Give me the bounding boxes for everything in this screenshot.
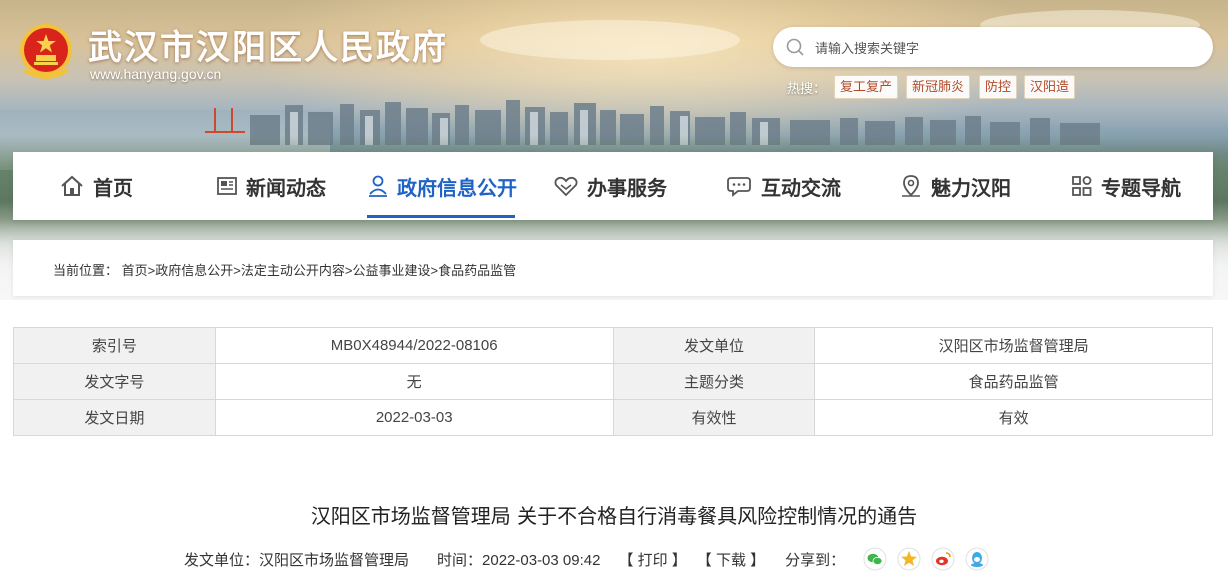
weibo-icon[interactable] [931, 547, 955, 571]
issuer-value: 汉阳区市场监督管理局 [814, 327, 1213, 364]
chat-icon [727, 177, 751, 197]
location-icon [902, 175, 920, 197]
breadcrumb-box: 当前位置： 首页>政府信息公开>法定主动公开内容>公益事业建设>食品药品监管 [13, 240, 1213, 296]
nav-item-gov-info[interactable]: 政府信息公开 [367, 152, 517, 220]
site-title: 武汉市汉阳区人民政府 [88, 28, 448, 68]
validity-key: 有效性 [612, 399, 816, 436]
nav-item-label: 办事服务 [587, 175, 667, 200]
breadcrumb-food-drug[interactable]: 食品药品监管 [438, 263, 516, 278]
nav-item-services[interactable]: 办事服务 [553, 152, 667, 220]
article-source: 发文单位：汉阳区市场监督管理局 [184, 551, 410, 569]
validity-value: 有效 [814, 399, 1213, 436]
article-title: 汉阳区市场监督管理局 关于不合格自行消毒餐具风险控制情况的通告 [310, 504, 918, 528]
download-button[interactable]: 【 下载 】 [697, 549, 765, 570]
print-button[interactable]: 【 打印 】 [618, 549, 686, 570]
main-nav: 首页 新闻动态 政府信息公开 办事服务 互动交流 魅力汉阳 专题导航 [13, 152, 1213, 220]
topic-key: 主题分类 [612, 363, 816, 400]
home-icon [61, 175, 83, 196]
document-info-table: 索引号 MB0X48944/2022-08106 发文单位 汉阳区市场监督管理局… [13, 327, 1213, 436]
hot-tag-fangkong[interactable]: 防控 [979, 75, 1018, 99]
nav-item-label: 专题导航 [1101, 175, 1181, 200]
handshake-icon [554, 176, 578, 197]
issue-date-key: 发文日期 [13, 399, 216, 436]
qq-icon[interactable] [965, 547, 989, 571]
hot-tag-hanyangzao[interactable]: 汉阳造 [1024, 75, 1076, 99]
grid-icon [1072, 176, 1092, 196]
person-icon [369, 175, 387, 197]
topic-value: 食品药品监管 [814, 363, 1213, 400]
breadcrumb-home[interactable]: 首页 [122, 263, 148, 278]
breadcrumb-statutory[interactable]: 法定主动公开内容 [241, 263, 345, 278]
breadcrumb-separator: > [430, 263, 439, 278]
hot-search-label: 热搜： [787, 81, 827, 96]
national-emblem-icon [20, 24, 72, 79]
site-url: www.hanyang.gov.cn [90, 66, 222, 82]
newspaper-icon [217, 177, 237, 195]
table-row: 发文字号 无 主题分类 食品药品监管 [13, 363, 1213, 400]
index-number-key: 索引号 [13, 327, 216, 364]
nav-item-label: 魅力汉阳 [931, 175, 1011, 200]
nav-item-label: 首页 [93, 175, 133, 200]
qzone-icon[interactable] [897, 547, 921, 571]
nav-item-home[interactable]: 首页 [59, 152, 133, 220]
wechat-icon[interactable] [863, 547, 887, 571]
breadcrumb-separator: > [233, 263, 241, 278]
share-label: 分享到： [785, 551, 846, 569]
search-box[interactable] [773, 27, 1213, 67]
hot-tag-fugong[interactable]: 复工复产 [834, 75, 899, 99]
article-time: 时间：2022-03-03 09:42 [437, 551, 601, 569]
active-nav-underline [367, 215, 515, 218]
breadcrumb-gov-info[interactable]: 政府信息公开 [155, 263, 233, 278]
nav-item-label: 新闻动态 [246, 175, 326, 200]
breadcrumb: 当前位置： 首页>政府信息公开>法定主动公开内容>公益事业建设>食品药品监管 [53, 260, 516, 279]
article-meta: 发文单位：汉阳区市场监督管理局 时间：2022-03-03 09:42 【 打印… [184, 547, 989, 571]
breadcrumb-label: 当前位置： [53, 263, 119, 278]
nav-item-interaction[interactable]: 互动交流 [727, 152, 841, 220]
index-number-value: MB0X48944/2022-08106 [214, 327, 614, 364]
nav-item-charm[interactable]: 魅力汉阳 [899, 152, 1011, 220]
nav-item-label: 政府信息公开 [397, 175, 517, 200]
hot-tag-xinguan[interactable]: 新冠肺炎 [906, 75, 971, 99]
nav-item-label: 互动交流 [761, 175, 841, 200]
search-icon[interactable] [785, 37, 805, 57]
search-input[interactable] [813, 35, 1197, 61]
table-row: 索引号 MB0X48944/2022-08106 发文单位 汉阳区市场监督管理局 [13, 327, 1213, 364]
table-row: 发文日期 2022-03-03 有效性 有效 [13, 399, 1213, 436]
doc-number-key: 发文字号 [13, 363, 216, 400]
issue-date-value: 2022-03-03 [214, 399, 614, 436]
doc-number-value: 无 [214, 363, 614, 400]
nav-item-topics[interactable]: 专题导航 [1071, 152, 1181, 220]
issuer-key: 发文单位 [612, 327, 816, 364]
breadcrumb-public-welfare[interactable]: 公益事业建设 [352, 263, 430, 278]
nav-item-news[interactable]: 新闻动态 [216, 152, 326, 220]
